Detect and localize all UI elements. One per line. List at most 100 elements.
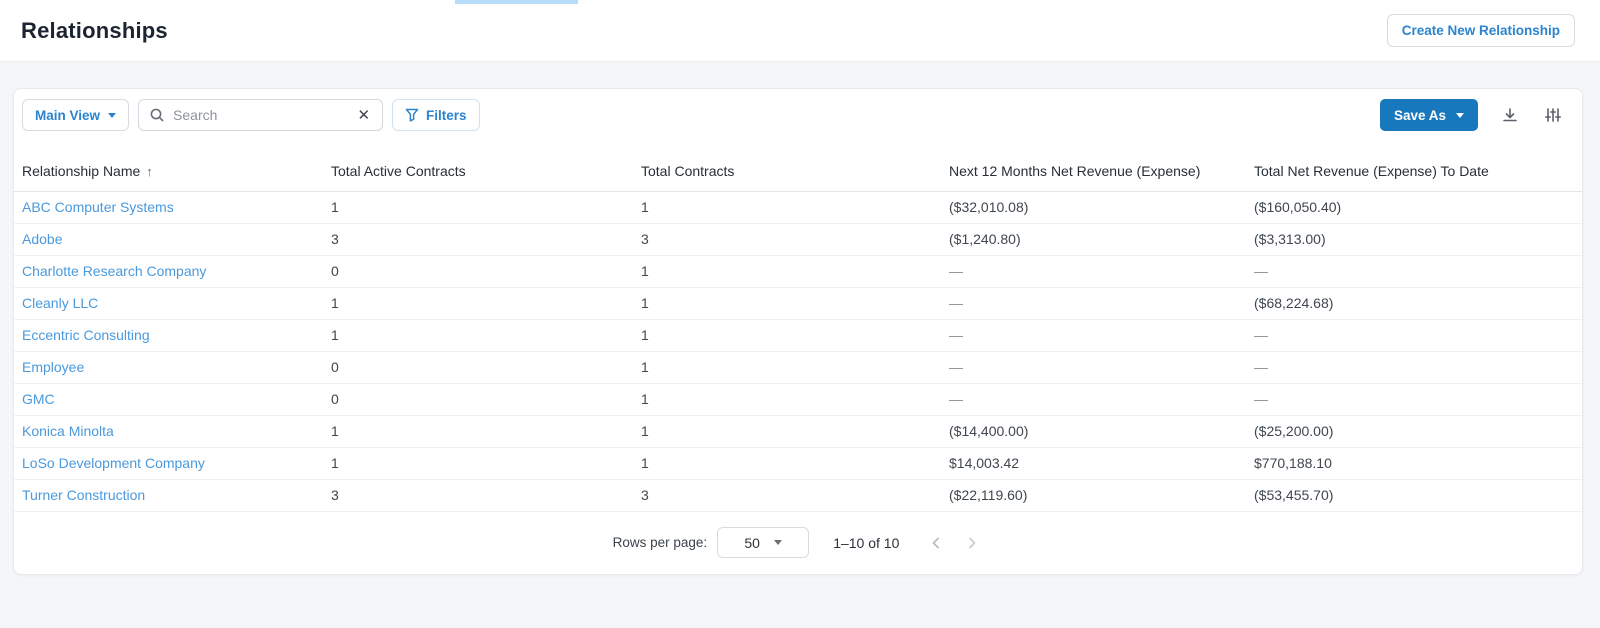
next-12-months-cell: — [949, 319, 1254, 352]
chevron-right-icon [969, 537, 976, 549]
chevron-down-icon [1456, 112, 1464, 118]
next-12-months-cell: ($32,010.08) [949, 191, 1254, 224]
column-settings-button[interactable] [1542, 104, 1564, 126]
next-12-months-cell: ($14,400.00) [949, 415, 1254, 448]
chevron-down-icon [108, 112, 117, 118]
chevron-down-icon [773, 540, 782, 546]
clear-search-icon[interactable]: ✕ [355, 106, 372, 125]
total-active-contracts-cell: 0 [331, 255, 641, 288]
main-content: Main View ✕ Filters [0, 62, 1600, 575]
table-row: GMC 0 1 — — [14, 383, 1582, 416]
total-contracts-cell: 3 [641, 479, 949, 512]
total-contracts-cell: 1 [641, 351, 949, 384]
previous-page-button[interactable] [925, 532, 947, 554]
relationship-link[interactable]: ABC Computer Systems [22, 199, 174, 215]
page-title: Relationships [21, 17, 168, 43]
relationships-card: Main View ✕ Filters [13, 88, 1583, 575]
rows-per-page-select[interactable]: 50 [717, 527, 810, 559]
relationship-link[interactable]: Cleanly LLC [22, 295, 98, 311]
total-to-date-cell: ($3,313.00) [1254, 223, 1582, 256]
relationship-link[interactable]: Turner Construction [22, 487, 145, 503]
relationship-link[interactable]: LoSo Development Company [22, 455, 205, 471]
next-12-months-cell: — [949, 383, 1254, 416]
toolbar-left: Main View ✕ Filters [22, 99, 480, 131]
relationships-table: Relationship Name ↑ Total Active Contract… [14, 151, 1582, 512]
total-active-contracts-cell: 3 [331, 479, 641, 512]
total-to-date-cell: — [1254, 255, 1582, 288]
table-row: Adobe 3 3 ($1,240.80) ($3,313.00) [14, 223, 1582, 256]
table-row: Charlotte Research Company 0 1 — — [14, 255, 1582, 288]
search-box: ✕ [138, 99, 384, 131]
total-to-date-cell: — [1254, 383, 1582, 416]
total-contracts-cell: 1 [641, 415, 949, 448]
total-contracts-cell: 1 [641, 255, 949, 288]
view-selector-label: Main View [35, 107, 101, 123]
page-header: Relationships Create New Relationship [0, 0, 1600, 62]
total-active-contracts-cell: 0 [331, 383, 641, 416]
table-row: Cleanly LLC 1 1 — ($68,224.68) [14, 287, 1582, 320]
total-to-date-cell: — [1254, 319, 1582, 352]
total-contracts-cell: 1 [641, 191, 949, 224]
table-row: Turner Construction 3 3 ($22,119.60) ($5… [14, 479, 1582, 512]
column-header-next-12-months[interactable]: Next 12 Months Net Revenue (Expense) [949, 151, 1254, 192]
total-active-contracts-cell: 1 [331, 447, 641, 480]
column-header-total-contracts[interactable]: Total Contracts [641, 151, 949, 192]
table-header-row: Relationship Name ↑ Total Active Contract… [14, 151, 1582, 192]
relationship-link[interactable]: GMC [22, 391, 55, 407]
table-row: Employee 0 1 — — [14, 351, 1582, 384]
toolbar-right: Save As [1379, 99, 1564, 131]
total-to-date-cell: $770,188.10 [1254, 447, 1582, 480]
rows-per-page-value: 50 [744, 534, 760, 551]
view-selector-dropdown[interactable]: Main View [22, 99, 130, 131]
column-header-relationship-name[interactable]: Relationship Name ↑ [14, 151, 331, 192]
total-contracts-cell: 1 [641, 383, 949, 416]
sort-ascending-icon: ↑ [146, 163, 153, 179]
download-button[interactable] [1499, 104, 1521, 126]
search-icon [150, 108, 164, 122]
top-highlight-strip [455, 0, 578, 4]
sliders-icon [1544, 108, 1562, 122]
total-to-date-cell: ($68,224.68) [1254, 287, 1582, 320]
filters-label: Filters [426, 107, 467, 123]
total-to-date-cell: — [1254, 351, 1582, 384]
relationship-link[interactable]: Adobe [22, 231, 62, 247]
filters-button[interactable]: Filters [392, 99, 480, 131]
save-as-label: Save As [1393, 107, 1446, 123]
table-row: LoSo Development Company 1 1 $14,003.42 … [14, 447, 1582, 480]
create-new-relationship-button[interactable]: Create New Relationship [1386, 14, 1575, 47]
total-active-contracts-cell: 1 [331, 319, 641, 352]
total-to-date-cell: ($25,200.00) [1254, 415, 1582, 448]
table-toolbar: Main View ✕ Filters [14, 89, 1582, 151]
rows-per-page-label: Rows per page: [612, 535, 708, 551]
total-active-contracts-cell: 0 [331, 351, 641, 384]
table-body: ABC Computer Systems 1 1 ($32,010.08) ($… [14, 191, 1582, 512]
chevron-left-icon [932, 537, 940, 549]
page-range-label: 1–10 of 10 [833, 534, 900, 551]
relationship-link[interactable]: Employee [22, 359, 84, 375]
total-contracts-cell: 1 [641, 447, 949, 480]
download-icon [1503, 108, 1517, 122]
column-header-total-active-contracts[interactable]: Total Active Contracts [331, 151, 641, 192]
relationship-link[interactable]: Charlotte Research Company [22, 263, 206, 279]
column-header-total-to-date[interactable]: Total Net Revenue (Expense) To Date [1254, 151, 1582, 192]
next-12-months-cell: ($1,240.80) [949, 223, 1254, 256]
total-to-date-cell: ($53,455.70) [1254, 479, 1582, 512]
table-row: ABC Computer Systems 1 1 ($32,010.08) ($… [14, 191, 1582, 224]
next-12-months-cell: ($22,119.60) [949, 479, 1254, 512]
total-active-contracts-cell: 1 [331, 415, 641, 448]
save-as-button[interactable]: Save As [1379, 99, 1478, 131]
search-input[interactable] [173, 107, 348, 123]
total-contracts-cell: 1 [641, 287, 949, 320]
total-contracts-cell: 3 [641, 223, 949, 256]
pagination-bar: Rows per page: 50 1–10 of 10 [14, 512, 1582, 575]
total-active-contracts-cell: 3 [331, 223, 641, 256]
next-page-button[interactable] [961, 532, 983, 554]
total-contracts-cell: 1 [641, 319, 949, 352]
total-active-contracts-cell: 1 [331, 287, 641, 320]
relationship-link[interactable]: Konica Minolta [22, 423, 114, 439]
next-12-months-cell: — [949, 255, 1254, 288]
total-to-date-cell: ($160,050.40) [1254, 191, 1582, 224]
next-12-months-cell: — [949, 287, 1254, 320]
filter-funnel-icon [405, 108, 419, 122]
relationship-link[interactable]: Eccentric Consulting [22, 327, 150, 343]
